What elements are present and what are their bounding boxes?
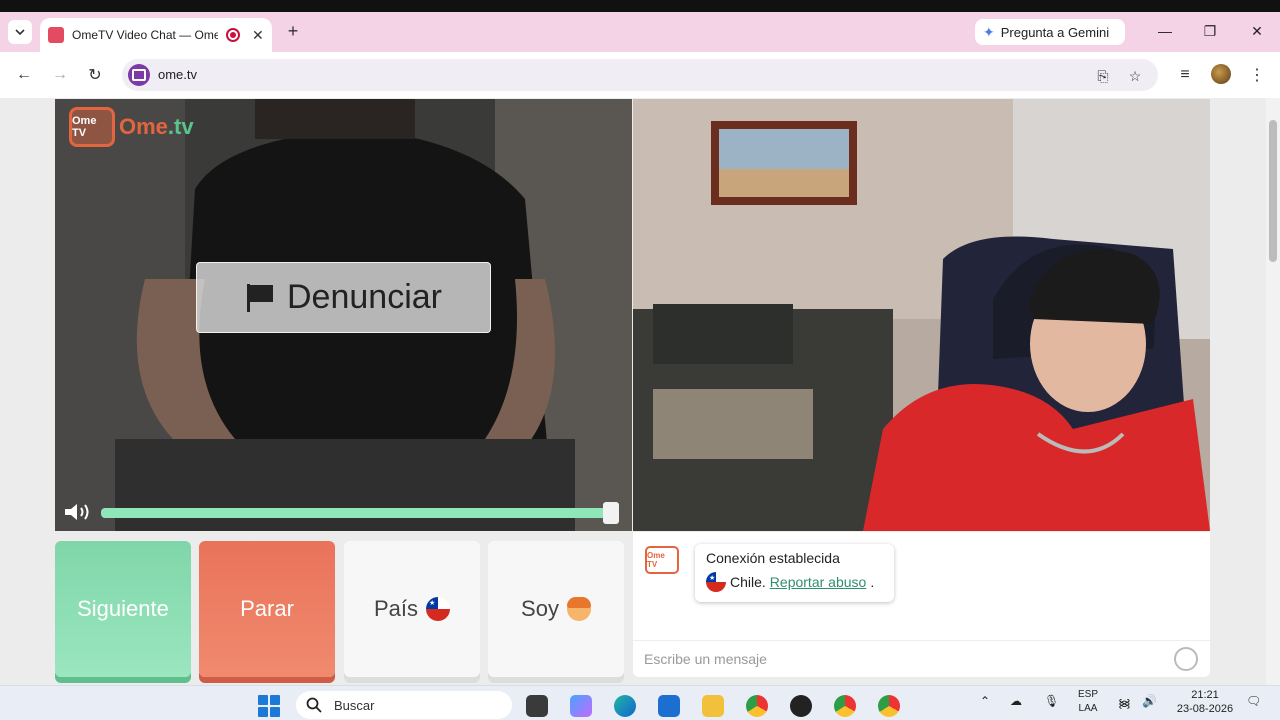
reload-icon[interactable]: ↻ [83,63,107,87]
country-button[interactable]: País ★ [344,541,480,677]
bookmark-star-icon[interactable]: ☆ [1124,65,1146,87]
obs-icon[interactable] [790,695,812,717]
taskview-icon[interactable] [526,695,548,717]
self-video [633,99,1210,531]
logo-badge: Ome TV [69,107,115,147]
browser-tab[interactable]: OmeTV Video Chat — Ome ✕ [40,18,272,52]
gender-label: Soy [521,596,559,621]
next-button[interactable]: Siguiente [55,541,191,677]
address-bar[interactable]: ome.tv ⎘ ☆ [122,59,1158,91]
window-top-strip [0,0,1280,12]
back-icon[interactable]: ← [12,63,36,87]
tab-close-icon[interactable]: ✕ [252,27,264,44]
chile-flag-icon: ★ [706,572,726,592]
connection-details: ★ Chile. Reportar abuso. [706,572,883,592]
emoji-icon[interactable] [1174,647,1198,671]
gender-button[interactable]: Soy [488,541,624,677]
system-message: Conexión establecida ★ Chile. Reportar a… [695,544,894,602]
onedrive-icon[interactable]: ☁ [1010,694,1022,708]
tray-chevron-icon[interactable]: ⌃ [980,694,990,708]
windows-start-icon[interactable] [258,695,280,717]
restore-button[interactable]: ❐ [1190,18,1230,44]
next-label: Siguiente [77,596,169,621]
search-icon [306,697,322,713]
chrome-icon[interactable] [746,695,768,717]
stranger-video: Ome TV Ome.tv Denunciar [55,99,632,531]
media-icon[interactable]: ≡ [1173,63,1197,87]
chevron-down-icon [15,29,25,36]
message-placeholder: Escribe un mensaje [644,651,767,667]
language-indicator[interactable]: ESP LAA [1076,688,1100,716]
notification-icon[interactable]: 🗨 [1246,694,1261,708]
taskbar-clock[interactable]: 21:21 23-08-2026 [1172,688,1238,716]
store-icon[interactable] [658,695,680,717]
stop-button[interactable]: Parar [199,541,335,677]
report-button[interactable]: Denunciar [196,262,491,333]
gemini-label: Pregunta a Gemini [1000,24,1110,40]
report-abuse-link[interactable]: Reportar abuso [770,574,867,590]
install-icon[interactable]: ⎘ [1092,65,1114,87]
flag-icon [247,283,273,312]
menu-dots-icon[interactable]: ⋮ [1245,63,1269,87]
scroll-thumb[interactable] [1269,120,1277,262]
chrome-profile-icon[interactable] [834,695,856,717]
logo-brand-a: Ome [119,114,168,139]
wifi-icon[interactable]: ᯼ [1118,694,1131,711]
chile-flag-icon: ★ [426,597,451,621]
country-name: Chile. [730,574,766,590]
clock-time: 21:21 [1191,689,1219,701]
clock-date: 23-08-2026 [1176,703,1234,715]
logo-brand-b: .tv [167,114,194,139]
self-video-frame [633,99,1210,531]
forward-icon[interactable]: → [48,63,72,87]
chat-panel: Ome TV Conexión establecida ★ Chile. Rep… [633,532,1210,677]
tab-title: OmeTV Video Chat — Ome [72,28,218,42]
explorer-icon[interactable] [702,695,724,717]
gemini-button[interactable]: ✦ Pregunta a Gemini [975,19,1125,45]
close-window-button[interactable]: ✕ [1237,18,1277,44]
windows-taskbar: Buscar ⌃ ☁ 🎙 ESP LAA ᯼ 🔊 21:21 23-08-202… [0,685,1280,720]
tab-bar: OmeTV Video Chat — Ome ✕ + ✦ Pregunta a … [0,12,1280,52]
connection-status: Conexión establecida [706,550,840,566]
camera-icon[interactable] [128,64,150,86]
stop-label: Parar [240,596,294,621]
chrome-active-icon[interactable] [878,695,900,717]
country-label: País [373,596,419,621]
url-text: ome.tv [158,67,198,82]
taskbar-search[interactable]: Buscar [296,691,512,719]
browser-toolbar: ← → ↻ ome.tv ⎘ ☆ ≡ ⋮ [0,52,1280,98]
logo-text: Ome.tv [119,114,194,140]
report-suffix: . [870,574,875,590]
copilot-icon[interactable] [570,695,592,717]
microphone-icon[interactable]: 🎙 [1044,694,1059,708]
lang-top: ESP [1077,689,1098,700]
ometv-page: Ome TV Ome.tv Denunciar Siguiente Parar … [0,98,1280,685]
report-label: Denunciar [287,278,442,316]
profile-avatar[interactable] [1211,64,1231,84]
lang-bottom: LAA [1078,703,1098,714]
page-scrollbar[interactable] [1266,98,1280,685]
tab-search-button[interactable] [8,20,32,44]
minimize-button[interactable]: — [1145,18,1185,44]
volume-slider[interactable] [101,508,615,518]
recording-icon [226,28,240,42]
chat-logo: Ome TV [645,546,679,574]
new-tab-button[interactable]: + [282,20,304,42]
message-input[interactable]: Escribe un mensaje [633,640,1210,677]
ometv-logo: Ome TV Ome.tv [69,107,194,147]
speaker-icon[interactable] [63,501,93,523]
gemini-icon: ✦ [983,23,995,40]
ometv-favicon-icon [48,27,64,43]
boy-emoji-icon [566,597,591,621]
volume-tray-icon[interactable]: 🔊 [1142,694,1157,708]
volume-knob[interactable] [603,502,619,524]
taskbar-search-label: Buscar [334,697,375,713]
edge-icon[interactable] [614,695,636,717]
